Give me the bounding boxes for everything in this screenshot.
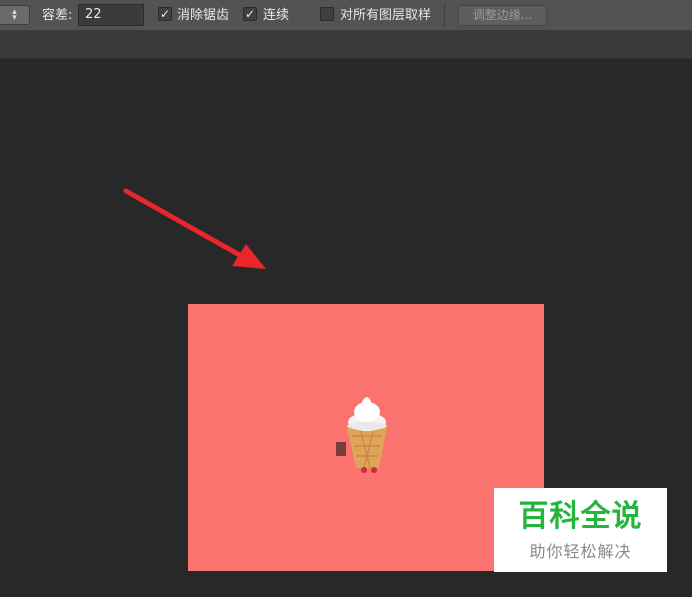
watermark-title: 百科全说 [518, 499, 643, 534]
ice-cream-illustration [336, 397, 387, 473]
watermark-subtitle: 助你轻松解决 [529, 542, 632, 561]
watermark-logo: 百科全说 助你轻松解决 [494, 488, 667, 572]
